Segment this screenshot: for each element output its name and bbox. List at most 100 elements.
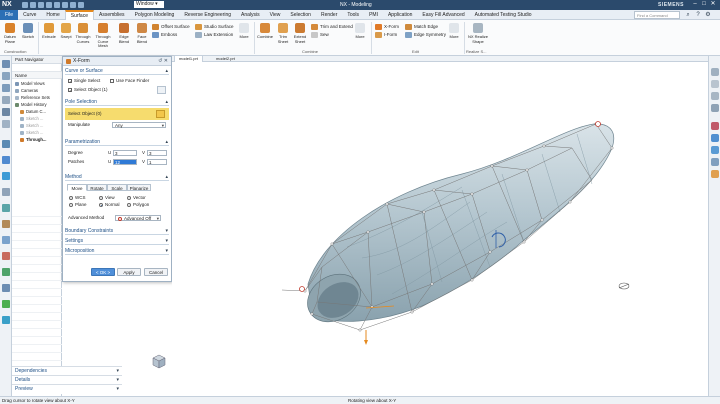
- tree-item-cameras[interactable]: Cameras: [12, 87, 62, 94]
- tree-item-through-curves[interactable]: Through...: [12, 136, 62, 143]
- law-extension-button[interactable]: Law Extension: [195, 31, 233, 39]
- i-form-button[interactable]: I-Form: [375, 31, 397, 39]
- tab-surface[interactable]: Surface: [64, 10, 94, 20]
- tree-item-model-views[interactable]: Model Views: [12, 80, 62, 87]
- tab-home[interactable]: Home: [41, 10, 64, 20]
- tree-item-model-history[interactable]: Model History: [12, 101, 62, 108]
- close-icon[interactable]: ✕: [164, 58, 168, 64]
- degree-v-input[interactable]: 3: [147, 150, 167, 156]
- tab-planarize[interactable]: Planarize: [127, 184, 151, 191]
- tree-item-sketch-1[interactable]: Sketch ...: [12, 115, 62, 122]
- redo-icon[interactable]: [38, 2, 44, 8]
- drafting-icon[interactable]: [2, 284, 10, 292]
- patches-u-input[interactable]: 12: [113, 159, 137, 165]
- pole-handle-left[interactable]: [299, 286, 305, 292]
- more-combine-button[interactable]: More: [352, 23, 368, 40]
- tab-pmi[interactable]: PMI: [364, 10, 383, 20]
- tab-easy-fill-advanced[interactable]: Easy Fill Advanced: [417, 10, 469, 20]
- pan-icon[interactable]: [711, 92, 719, 100]
- tab-selection[interactable]: Selection: [285, 10, 316, 20]
- tab-automated-testing-studio[interactable]: Automated Testing Studio: [470, 10, 537, 20]
- touch-mode-icon[interactable]: [78, 2, 84, 8]
- swept-button[interactable]: Swept: [58, 23, 74, 40]
- reuse-library-icon[interactable]: [2, 96, 10, 104]
- through-curve-mesh-button[interactable]: Through Curve Mesh: [93, 23, 113, 49]
- hd3d-icon[interactable]: [2, 204, 10, 212]
- select-pole-icon[interactable]: [156, 110, 165, 118]
- nx-realize-shape-button[interactable]: NX Realize Shape: [467, 23, 489, 44]
- match-edge-button[interactable]: Match Edge: [405, 23, 438, 31]
- column-header-name[interactable]: Name: [12, 72, 62, 79]
- extrude-button[interactable]: Extrude: [41, 23, 57, 40]
- tab-move[interactable]: Move: [67, 184, 87, 191]
- radio-polygon[interactable]: [127, 203, 131, 207]
- maximize-button[interactable]: □: [701, 1, 707, 8]
- panel-details[interactable]: Details ▾: [12, 375, 122, 384]
- section-parametrization[interactable]: Parametrization ▴: [65, 139, 169, 146]
- dialog-title[interactable]: X-Form: [63, 57, 171, 66]
- combine-button[interactable]: Combine: [257, 23, 273, 40]
- emboss-button[interactable]: Emboss: [152, 31, 177, 39]
- use-face-finder-checkbox[interactable]: [110, 79, 114, 83]
- roles-icon[interactable]: [2, 120, 10, 128]
- manufacturing-icon[interactable]: [2, 236, 10, 244]
- model-view[interactable]: [172, 62, 708, 394]
- view-cube-icon[interactable]: [150, 352, 168, 370]
- tab-curve[interactable]: Curve: [18, 10, 41, 20]
- trim-sheet-button[interactable]: Trim Sheet: [275, 23, 291, 44]
- reports-icon[interactable]: [2, 268, 10, 276]
- tab-polygon-modeling[interactable]: Polygon Modeling: [130, 10, 180, 20]
- search-icon[interactable]: ⌕: [684, 11, 692, 19]
- tab-reverse-engineering[interactable]: Reverse Engineering: [179, 10, 236, 20]
- section-curve-or-surface[interactable]: Curve or Surface ▴: [65, 68, 169, 75]
- assembly-navigator-icon[interactable]: [2, 72, 10, 80]
- pole-handle-top[interactable]: [595, 121, 601, 127]
- select-surface-icon[interactable]: [157, 86, 166, 94]
- tree-item-datum[interactable]: Datum C...: [12, 108, 62, 115]
- cut-icon[interactable]: [46, 2, 52, 8]
- manipulate-dropdown[interactable]: Any: [112, 122, 166, 128]
- help-icon[interactable]: ?: [694, 11, 702, 19]
- panel-preview[interactable]: Preview ▾: [12, 384, 122, 394]
- validation-icon[interactable]: [2, 252, 10, 260]
- radio-normal[interactable]: [99, 203, 103, 207]
- tree-item-sketch-2[interactable]: Sketch ...: [12, 122, 62, 129]
- part-navigator-icon[interactable]: [2, 60, 10, 68]
- datum-plane-button[interactable]: Datum Plane: [2, 23, 18, 44]
- tab-view[interactable]: View: [265, 10, 286, 20]
- fit-view-icon[interactable]: [711, 68, 719, 76]
- radio-vector[interactable]: [127, 196, 131, 200]
- window-menu[interactable]: Window ▾: [134, 1, 164, 8]
- extend-sheet-button[interactable]: Extend Sheet: [292, 23, 308, 44]
- tab-scale[interactable]: Scale: [107, 184, 127, 191]
- palette-icon[interactable]: [2, 172, 10, 180]
- ok-button[interactable]: < OK >: [91, 268, 115, 276]
- section-microposition[interactable]: Microposition ▾: [65, 248, 169, 255]
- studio-surface-button[interactable]: Studio Surface: [195, 23, 234, 31]
- sketch-button[interactable]: Sketch: [20, 23, 36, 40]
- teamcenter-icon[interactable]: [2, 220, 10, 228]
- settings-icon[interactable]: ⚙: [704, 11, 712, 19]
- tab-application[interactable]: Application: [383, 10, 417, 20]
- save-icon[interactable]: [22, 2, 28, 8]
- wireframe-icon[interactable]: [711, 158, 719, 166]
- command-search-input[interactable]: Find a Command: [634, 11, 680, 19]
- radio-wcs[interactable]: [69, 196, 73, 200]
- edge-blend-button[interactable]: Edge Blend: [116, 23, 132, 44]
- section-pole-selection[interactable]: Pole Selection ▴: [65, 99, 169, 106]
- radio-view[interactable]: [99, 196, 103, 200]
- minimize-button[interactable]: –: [692, 1, 698, 8]
- patches-v-input[interactable]: 1: [147, 159, 167, 165]
- radio-plane[interactable]: [69, 203, 73, 207]
- undo-icon[interactable]: [30, 2, 36, 8]
- degree-u-input[interactable]: 3: [113, 150, 137, 156]
- apply-button[interactable]: Apply: [117, 268, 141, 276]
- sew-button[interactable]: Sew: [311, 31, 329, 39]
- single-select-checkbox[interactable]: ✓: [68, 79, 72, 84]
- section-boundary-constraints[interactable]: Boundary Constraints ▾: [65, 228, 169, 235]
- more-edit-button[interactable]: More: [446, 23, 462, 40]
- face-blend-button[interactable]: Face Blend: [134, 23, 150, 44]
- close-button[interactable]: ✕: [710, 1, 716, 8]
- section-method[interactable]: Method ▴: [65, 174, 169, 181]
- tree-item-reference-sets[interactable]: Reference Sets: [12, 94, 62, 101]
